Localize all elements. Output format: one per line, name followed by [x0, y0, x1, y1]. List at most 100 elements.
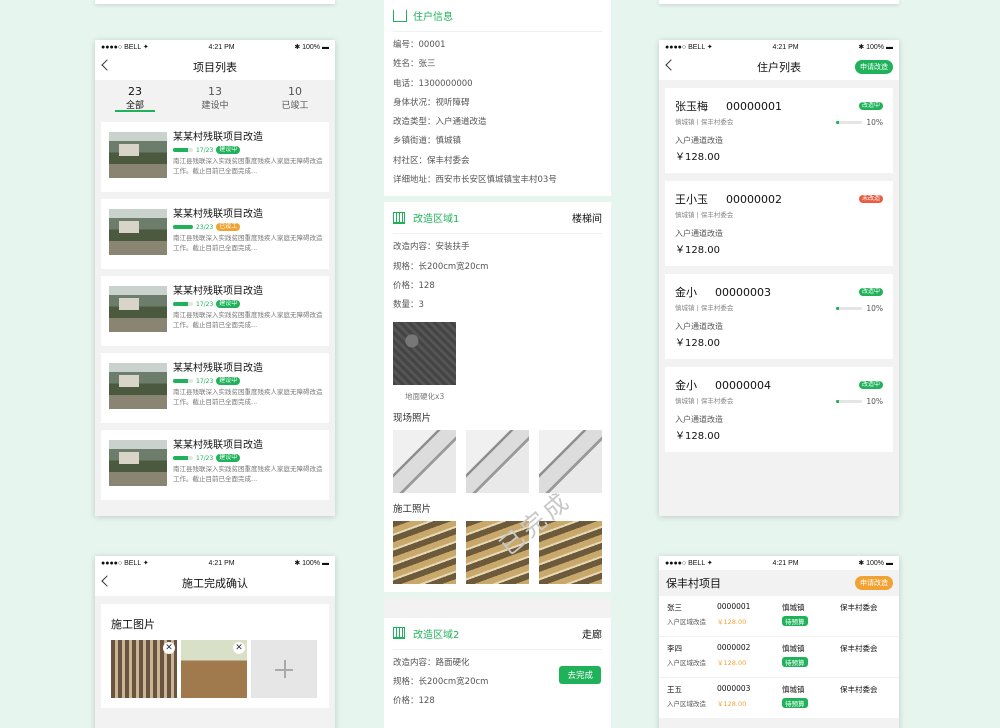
- resident-name: 李四: [667, 644, 682, 653]
- resident-code: 00000003: [715, 286, 771, 299]
- village-resident-row[interactable]: 王五 0000003 慎城镇 保丰村委会 入户区域改造 ￥128.00 待预算: [659, 678, 899, 718]
- uploaded-photo[interactable]: ✕: [181, 640, 247, 698]
- progress-text: 23/23: [196, 223, 214, 231]
- progress-fill: [173, 456, 188, 460]
- project-title: 某某村残联项目改造: [173, 132, 263, 143]
- town: 慎城镇: [782, 685, 805, 694]
- status-badge: 未改造: [858, 195, 883, 203]
- project-card[interactable]: 某某村残联项目改造 17/23 建设中 南江县残联深入实践贫困重度残疾人家庭无障碍改造…: [101, 122, 329, 192]
- renovation-type: 入户区域改造: [667, 618, 706, 626]
- project-info: 某某村残联项目改造 17/23 建设中 南江县残联深入实践贫困重度残疾人家庭无障碍改造…: [173, 132, 323, 192]
- uploaded-photo[interactable]: ✕: [111, 640, 177, 698]
- progress-text: 17/23: [196, 454, 214, 462]
- complete-button[interactable]: 去完成: [559, 665, 601, 684]
- project-title: 某某村残联项目改造: [173, 286, 263, 297]
- project-card[interactable]: 某某村残联项目改造 23/23 已竣工 南江县残联深入实践贫困重度残疾人家庭无障碍改造…: [101, 199, 329, 269]
- resident-card[interactable]: 张玉梅 00000001 慎城镇 | 保丰村委会 入户通道改造 ￥128.00 改造中 10…: [665, 88, 893, 173]
- resident-card[interactable]: 金小 00000003 慎城镇 | 保丰村委会 入户通道改造 ￥128.00 改造中 10%: [665, 274, 893, 359]
- price: ￥128.00: [675, 338, 720, 349]
- site-photo[interactable]: [539, 429, 602, 493]
- progress-bar: [836, 121, 863, 124]
- project-title: 某某村残联项目改造: [173, 440, 263, 451]
- back-icon[interactable]: [665, 59, 677, 71]
- area1-section: 改造区域1 楼梯间 改造内容：安装扶手 规格：长200cm宽20cm 价格：128 数量…: [384, 202, 611, 592]
- project-title: 某某村残联项目改造: [173, 363, 263, 374]
- renovation-type: 入户通道改造: [675, 136, 723, 145]
- faded-card: [659, 0, 899, 4]
- material-photo[interactable]: [393, 321, 456, 385]
- tab-completed[interactable]: 10 已竣工: [255, 82, 335, 118]
- status-badge: 待预算: [782, 698, 808, 708]
- info-row: 姓名：张三: [393, 59, 436, 70]
- photo-section: 施工图片 ✕ ✕: [101, 604, 329, 708]
- remove-icon[interactable]: ✕: [163, 642, 175, 654]
- resident-code: 0000003: [717, 684, 751, 693]
- area2-section: 改造区域2 走廊 去完成 改造内容：路面硬化 规格：长200cm宽20cm 价格：12…: [384, 617, 611, 728]
- renovation-type: 入户区域改造: [667, 700, 706, 708]
- area-row: 规格：长200cm宽20cm: [393, 261, 489, 272]
- section-title: 施工图片: [111, 618, 155, 631]
- project-card[interactable]: 某某村残联项目改造 17/23 建设中 南江县残联深入实践贫困重度残疾人家庭无障碍改造…: [101, 430, 329, 500]
- area-row: 改造内容：安装扶手: [393, 242, 470, 253]
- back-icon[interactable]: [101, 59, 113, 71]
- resident-name: 王小玉: [675, 193, 708, 206]
- build-photo[interactable]: [393, 520, 456, 584]
- resident-code: 00000002: [726, 193, 782, 206]
- apply-button[interactable]: 申请改造: [855, 576, 893, 590]
- info-row: 身体状况：视听障碍: [393, 97, 470, 108]
- progress-fill: [173, 225, 193, 229]
- remove-icon[interactable]: ✕: [233, 642, 245, 654]
- tab-count: 13: [208, 85, 222, 98]
- progress-fill: [173, 148, 188, 152]
- project-card[interactable]: 某某村残联项目改造 17/23 建设中 南江县残联深入实践贫困重度残疾人家庭无障碍改造…: [101, 276, 329, 346]
- page-title: 保丰村项目: [666, 577, 721, 590]
- progress-bar: [836, 307, 863, 310]
- resident-code: 00000001: [726, 100, 782, 113]
- project-description: 南江县残联深入实践贫困重度残疾人家庭无障碍改造工作。截止目前已全面完成...: [173, 157, 323, 175]
- resident-location: 慎城镇 | 保丰村委会: [675, 211, 734, 219]
- nav-bar: 施工完成确认: [95, 570, 335, 596]
- resident-code: 00000004: [715, 379, 771, 392]
- resident-card[interactable]: 金小 00000004 慎城镇 | 保丰村委会 入户通道改造 ￥128.00 改造中 10%: [665, 367, 893, 452]
- clock: 4:21 PM: [772, 43, 799, 51]
- resident-detail-screen: 住户信息 编号：00001 姓名：张三 电话：1300000000 身体状况：视听障碍…: [384, 0, 611, 728]
- info-row: 改造类型：入户通道改造: [393, 117, 487, 128]
- progress-fill: [173, 302, 188, 306]
- status-badge: 待预算: [782, 616, 808, 626]
- project-card[interactable]: 某某村残联项目改造 17/23 建设中 南江县残联深入实践贫困重度残疾人家庭无障碍改造…: [101, 353, 329, 423]
- village-resident-row[interactable]: 张三 0000001 慎城镇 保丰村委会 入户区域改造 ￥128.00 待预算: [659, 596, 899, 636]
- village-resident-row[interactable]: 李四 0000002 慎城镇 保丰村委会 入户区域改造 ￥128.00 待预算: [659, 637, 899, 677]
- tab-all[interactable]: 23 全部: [95, 82, 175, 118]
- info-row: 详细地址：西安市长安区慎城镇宝丰村03号: [393, 175, 557, 186]
- site-photo[interactable]: [466, 429, 529, 493]
- add-photo-button[interactable]: [251, 640, 317, 698]
- progress-fill: [836, 121, 839, 124]
- apply-button[interactable]: 申请改造: [855, 60, 893, 74]
- resident-card[interactable]: 王小玉 00000002 慎城镇 | 保丰村委会 入户通道改造 ￥128.00 未改造: [665, 181, 893, 266]
- row-line: 王五 0000003 慎城镇 保丰村委会: [667, 684, 891, 695]
- status-badge: 建设中: [216, 146, 241, 154]
- progress-row: 10%: [836, 397, 883, 406]
- progress-fill: [836, 307, 839, 310]
- carrier: ●●●●○ BELL ✦: [665, 560, 713, 567]
- back-icon[interactable]: [101, 575, 113, 587]
- area-row: 价格：128: [393, 696, 435, 707]
- tab-building[interactable]: 13 建设中: [175, 82, 255, 118]
- section-header: 改造区域2 走廊: [393, 618, 602, 650]
- area-row: 数量：3: [393, 300, 424, 311]
- nav-bar: 项目列表: [95, 54, 335, 80]
- town: 慎城镇: [782, 644, 805, 653]
- page-title: 住户列表: [757, 61, 801, 74]
- project-description: 南江县残联深入实践贫困重度残疾人家庭无障碍改造工作。截止目前已全面完成...: [173, 388, 323, 406]
- row-line: 入户区域改造 ￥128.00 待预算: [667, 616, 891, 626]
- tab-count: 23: [128, 85, 142, 98]
- village-resident-list: 张三 0000001 慎城镇 保丰村委会 入户区域改造 ￥128.00 待预算 李四 00000…: [659, 596, 899, 718]
- site-photo[interactable]: [393, 429, 456, 493]
- renovation-type: 入户通道改造: [675, 229, 723, 238]
- building-icon: [393, 627, 405, 640]
- resident-name: 金小: [675, 379, 697, 392]
- battery: ✱ 100% ▬: [858, 44, 893, 51]
- renovation-type: 入户通道改造: [675, 322, 723, 331]
- progress-bar: [173, 302, 193, 306]
- project-description: 南江县残联深入实践贫困重度残疾人家庭无障碍改造工作。截止目前已全面完成...: [173, 234, 323, 252]
